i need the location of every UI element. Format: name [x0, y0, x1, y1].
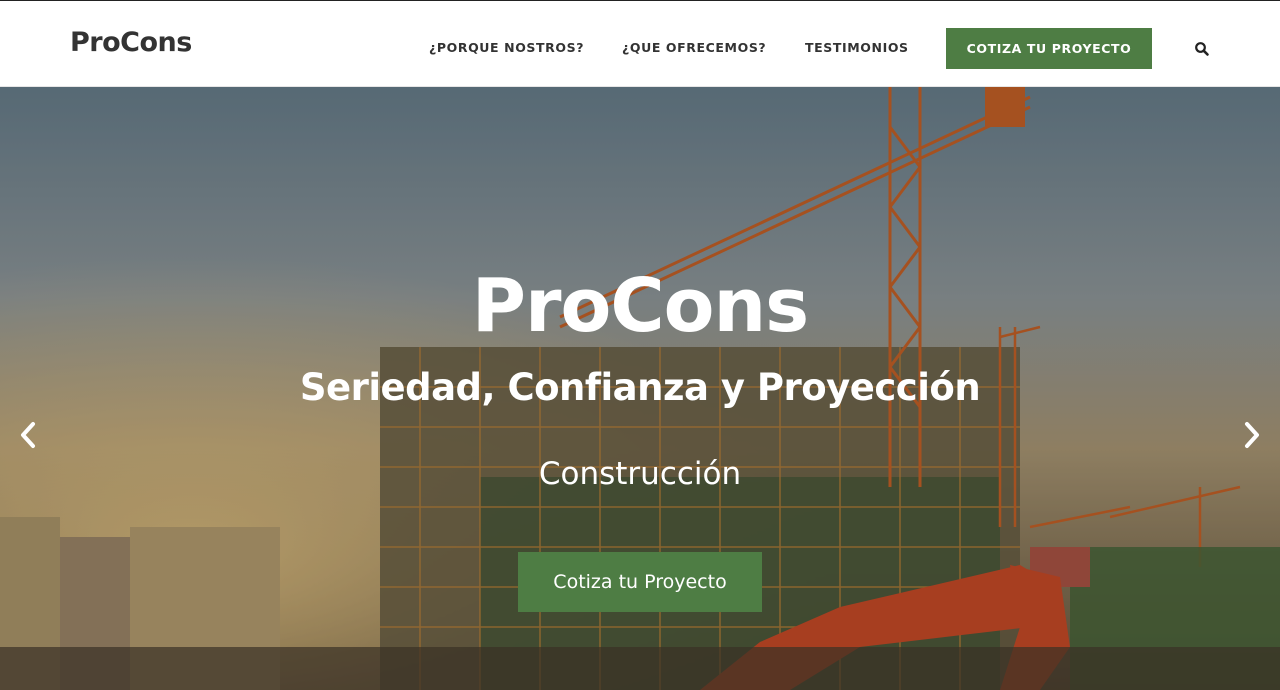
hero-title: ProCons — [471, 263, 809, 349]
nav-link-testimonios[interactable]: TESTIMONIOS — [805, 40, 909, 55]
hero-slider: ProCons Seriedad, Confianza y Proyección… — [0, 87, 1280, 690]
hero-subtitle: Seriedad, Confianza y Proyección — [299, 366, 981, 409]
search-icon[interactable] — [1194, 41, 1210, 57]
quote-project-button[interactable]: COTIZA TU PROYECTO — [946, 28, 1152, 69]
site-logo[interactable]: ProCons — [70, 27, 192, 58]
chevron-left-icon[interactable] — [16, 420, 40, 450]
chevron-right-icon[interactable] — [1240, 420, 1264, 450]
hero-tagline: Construcción — [538, 456, 742, 492]
hero-quote-button[interactable]: Cotiza tu Proyecto — [518, 552, 762, 612]
nav-link-que-ofrecemos[interactable]: ¿QUE OFRECEMOS? — [622, 40, 766, 55]
nav-link-porque-nosotros[interactable]: ¿PORQUE NOSTROS? — [429, 40, 584, 55]
site-header: ProCons ¿PORQUE NOSTROS? ¿QUE OFRECEMOS?… — [0, 0, 1280, 87]
